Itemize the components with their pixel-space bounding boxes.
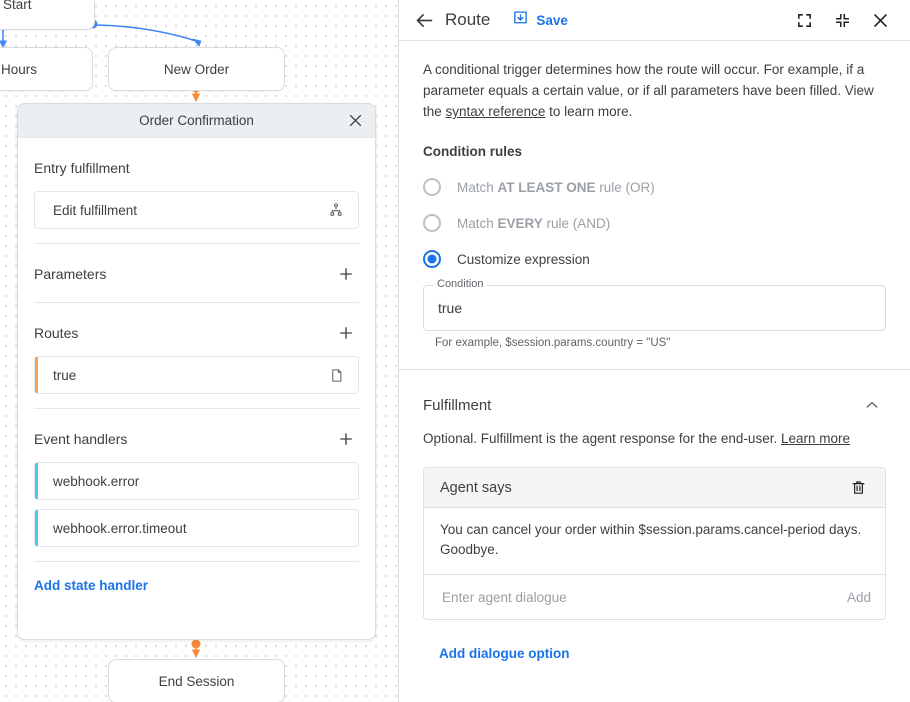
edit-fulfillment-row[interactable]: Edit fulfillment — [34, 191, 359, 229]
section-entry-fulfillment-title: Entry fulfillment — [34, 160, 130, 176]
flow-node-end-session[interactable]: End Session — [108, 659, 285, 702]
page-card-body: Entry fulfillment Edit fulfillment — [18, 138, 375, 639]
radio-label-or: Match AT LEAST ONE rule (OR) — [457, 180, 655, 195]
radio-button-and[interactable] — [423, 214, 441, 232]
agent-dialogue-input[interactable] — [440, 589, 837, 606]
add-state-handler-link[interactable]: Add state handler — [34, 578, 359, 593]
learn-more-link[interactable]: Learn more — [781, 431, 850, 446]
event-handler-label: webhook.error — [35, 474, 346, 489]
radio-match-at-least-one[interactable]: Match AT LEAST ONE rule (OR) — [423, 169, 886, 205]
divider — [34, 561, 359, 562]
add-dialogue-option-link[interactable]: Add dialogue option — [439, 646, 886, 661]
syntax-reference-link[interactable]: syntax reference — [446, 104, 546, 119]
radio-label-and-prefix: Match — [457, 216, 498, 231]
event-handler-accent-bar — [35, 510, 38, 546]
section-event-handlers-head: Event handlers — [34, 423, 359, 453]
close-icon[interactable] — [864, 4, 896, 36]
page-card-title: Order Confirmation — [139, 113, 254, 128]
collapse-icon[interactable] — [826, 4, 858, 36]
condition-field-wrap: true Condition — [423, 285, 886, 331]
add-dialogue-button[interactable]: Add — [837, 590, 871, 605]
fulfillment-title: Fulfillment — [423, 397, 491, 414]
agent-says-message[interactable]: You can cancel your order within $sessio… — [424, 508, 885, 575]
panel-header: Route Save — [399, 0, 910, 41]
radio-label-or-suffix: rule (OR) — [596, 180, 655, 195]
edit-fulfillment-label: Edit fulfillment — [35, 203, 326, 218]
trash-icon[interactable] — [845, 475, 871, 501]
route-row-label: true — [35, 368, 326, 383]
expand-icon[interactable] — [788, 4, 820, 36]
radio-label-and-strong: EVERY — [498, 216, 543, 231]
panel-body[interactable]: A conditional trigger determines how the… — [399, 41, 910, 702]
account-tree-icon — [326, 200, 346, 220]
chevron-up-icon[interactable] — [858, 391, 886, 419]
page-icon — [326, 365, 346, 385]
event-handler-row[interactable]: webhook.error.timeout — [34, 509, 359, 547]
app-root: Start Hours New Order End Session Order … — [0, 0, 910, 702]
route-accent-bar — [35, 357, 38, 393]
section-parameters-title: Parameters — [34, 266, 106, 282]
agent-says-title: Agent says — [440, 480, 512, 496]
section-routes: Routes true — [34, 303, 359, 409]
radio-button-custom[interactable] — [423, 250, 441, 268]
route-description-after: to learn more. — [545, 104, 632, 119]
flow-node-start-label: Start — [3, 0, 32, 12]
radio-match-every[interactable]: Match EVERY rule (AND) — [423, 205, 886, 241]
section-event-handlers-title: Event handlers — [34, 431, 127, 447]
condition-field-legend: Condition — [433, 278, 487, 291]
route-description: A conditional trigger determines how the… — [423, 59, 886, 122]
page-card-header: Order Confirmation — [18, 104, 375, 138]
arrow-back-icon[interactable] — [409, 5, 439, 35]
save-button[interactable]: Save — [512, 10, 568, 30]
section-routes-title: Routes — [34, 325, 78, 341]
route-panel: Route Save — [398, 0, 910, 702]
section-entry-fulfillment: Entry fulfillment Edit fulfillment — [34, 138, 359, 244]
flow-node-end-session-label: End Session — [159, 674, 235, 689]
radio-label-custom: Customize expression — [457, 252, 590, 267]
radio-customize-expression[interactable]: Customize expression — [423, 241, 886, 277]
radio-label-or-prefix: Match — [457, 180, 498, 195]
section-event-handlers: Event handlers webhook.error webh — [34, 409, 359, 593]
agent-says-header: Agent says — [424, 468, 885, 508]
save-label: Save — [536, 13, 568, 28]
condition-section: A conditional trigger determines how the… — [399, 41, 910, 370]
event-handler-accent-bar — [35, 463, 38, 499]
flow-node-hours-label: Hours — [1, 62, 37, 77]
agent-says-card: Agent says You can cancel your order wit… — [423, 467, 886, 620]
radio-label-and-suffix: rule (AND) — [543, 216, 611, 231]
section-entry-fulfillment-head: Entry fulfillment — [34, 152, 359, 182]
agent-dialogue-input-row: Add — [424, 575, 885, 619]
section-parameters: Parameters — [34, 244, 359, 303]
section-parameters-head: Parameters — [34, 258, 359, 288]
flow-canvas[interactable]: Start Hours New Order End Session Order … — [0, 0, 398, 702]
condition-field-hint: For example, $session.params.country = "… — [435, 337, 886, 349]
save-icon — [512, 10, 529, 30]
event-handler-label: webhook.error.timeout — [35, 521, 346, 536]
route-row-true[interactable]: true — [34, 356, 359, 394]
condition-value: true — [438, 300, 462, 316]
page-card-order-confirmation: Order Confirmation Entry fulfillment Edi… — [17, 103, 376, 640]
close-icon[interactable] — [343, 109, 367, 133]
section-routes-head: Routes — [34, 317, 359, 347]
fulfillment-accordion-header[interactable]: Fulfillment — [399, 382, 910, 428]
panel-resize-handle[interactable] — [398, 352, 399, 376]
flow-node-new-order[interactable]: New Order — [108, 47, 285, 91]
fulfillment-optional-before: Optional. Fulfillment is the agent respo… — [423, 431, 781, 446]
flow-node-hours[interactable]: Hours — [0, 47, 93, 91]
fulfillment-optional-text: Optional. Fulfillment is the agent respo… — [399, 428, 910, 449]
fulfillment-section: Fulfillment Optional. Fulfillment is the… — [399, 370, 910, 661]
panel-title: Route — [445, 10, 490, 30]
flow-node-new-order-label: New Order — [164, 62, 229, 77]
add-event-handler-button[interactable] — [333, 426, 359, 452]
flow-node-start[interactable]: Start — [0, 0, 95, 30]
add-parameter-button[interactable] — [333, 261, 359, 287]
radio-button-or[interactable] — [423, 178, 441, 196]
radio-label-and: Match EVERY rule (AND) — [457, 216, 610, 231]
event-handler-row[interactable]: webhook.error — [34, 462, 359, 500]
condition-input[interactable]: true — [423, 285, 886, 331]
condition-rules-title: Condition rules — [423, 144, 886, 159]
add-route-button[interactable] — [333, 320, 359, 346]
radio-label-or-strong: AT LEAST ONE — [498, 180, 596, 195]
